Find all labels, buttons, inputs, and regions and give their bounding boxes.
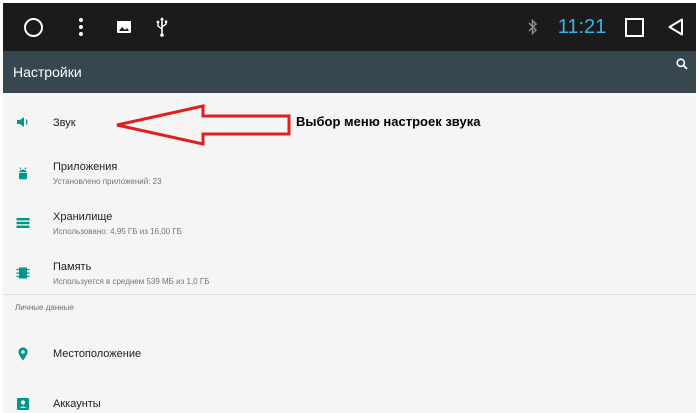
account-icon <box>15 396 31 412</box>
section-divider <box>3 294 696 295</box>
back-triangle-icon[interactable] <box>663 3 689 51</box>
memory-title: Память <box>53 261 92 273</box>
list-item-storage[interactable]: Хранилище Использовано: 4,95 ГБ из 16,00… <box>3 193 696 243</box>
apps-title: Приложения <box>53 161 118 173</box>
more-vert-icon[interactable] <box>73 3 89 51</box>
list-item-memory[interactable]: Память Используется в среднем 539 МБ из … <box>3 243 696 293</box>
bluetooth-icon <box>523 3 543 51</box>
recents-square-icon[interactable] <box>621 3 647 51</box>
storage-title: Хранилище <box>53 211 113 223</box>
list-item-accounts[interactable]: Аккаунты <box>3 373 696 413</box>
memory-icon <box>15 265 31 281</box>
annotation-arrow-icon <box>115 103 295 152</box>
storage-icon <box>15 215 31 231</box>
list-item-location[interactable]: Местоположение <box>3 323 696 373</box>
android-icon <box>15 165 31 181</box>
location-pin-icon <box>15 346 31 362</box>
accounts-title: Аккаунты <box>53 398 101 410</box>
sound-title: Звук <box>53 117 76 129</box>
image-icon <box>115 3 133 51</box>
app-toolbar: Настройки <box>3 51 696 93</box>
annotation-label: Выбор меню настроек звука <box>296 114 481 129</box>
home-circle-icon[interactable] <box>21 3 45 51</box>
list-item-apps[interactable]: Приложения Установлено приложений: 23 <box>3 143 696 193</box>
usb-icon <box>153 3 171 51</box>
section-header-personal: Личные данные <box>15 303 74 312</box>
location-title: Местоположение <box>53 348 142 360</box>
memory-subtitle: Используется в среднем 539 МБ из 1,0 ГБ <box>53 277 210 286</box>
search-icon[interactable] <box>676 57 692 73</box>
volume-icon <box>15 114 31 130</box>
status-bar: 11:21 <box>3 3 696 51</box>
page-title: Настройки <box>13 64 82 80</box>
clock: 11:21 <box>557 15 607 38</box>
storage-subtitle: Использовано: 4,95 ГБ из 16,00 ГБ <box>53 227 182 236</box>
apps-subtitle: Установлено приложений: 23 <box>53 177 162 186</box>
screen-frame: 11:21 Настройки Звук Приложения Установл… <box>3 3 696 413</box>
